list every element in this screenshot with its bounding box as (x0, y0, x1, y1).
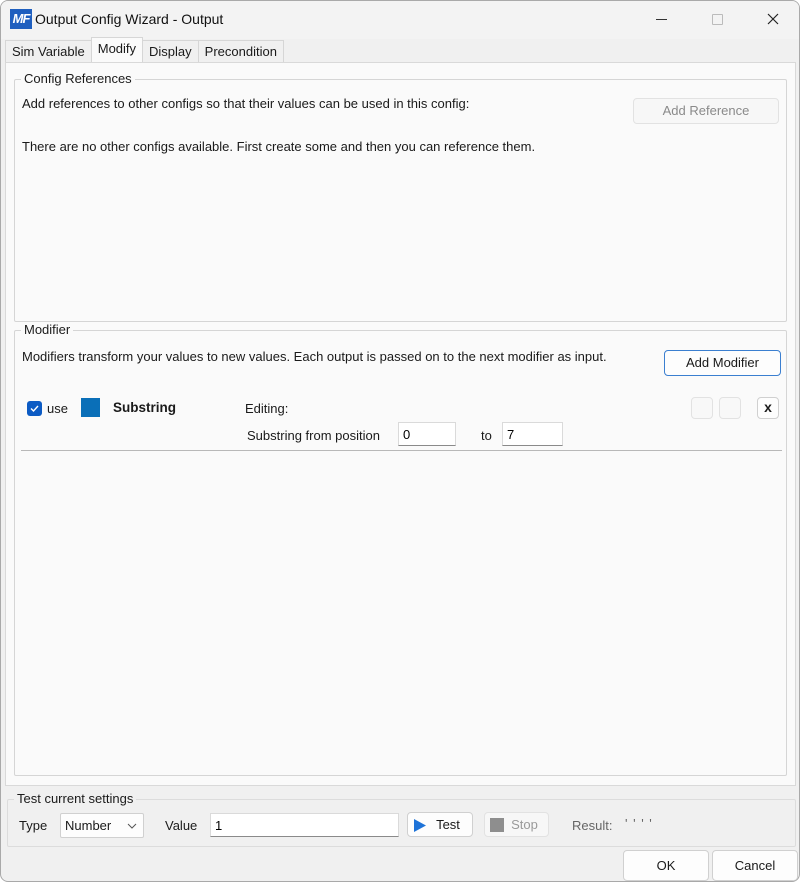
test-button[interactable]: Test (407, 812, 473, 837)
value-label: Value (165, 818, 198, 833)
test-value-input[interactable] (210, 813, 399, 837)
config-references-legend: Config References (21, 71, 135, 86)
minimize-icon (655, 18, 667, 20)
stop-icon (490, 818, 504, 832)
use-label: use (47, 401, 68, 416)
substring-from-label: Substring from position (247, 428, 380, 443)
tab-display[interactable]: Display (142, 40, 199, 62)
play-icon (414, 819, 426, 832)
type-label: Type (19, 818, 48, 833)
minimize-button[interactable] (633, 1, 689, 37)
window-title: Output Config Wizard - Output (35, 11, 224, 27)
config-references-description: Add references to other configs so that … (22, 96, 470, 111)
type-select[interactable]: Number (60, 813, 144, 838)
maximize-icon (711, 13, 723, 25)
no-configs-message: There are no other configs available. Fi… (22, 139, 536, 154)
modifier-name: Substring (113, 400, 176, 415)
modify-tab-page: Config References Add references to othe… (5, 62, 796, 786)
modifier-description: Modifiers transform your values to new v… (22, 349, 607, 364)
move-down-button[interactable] (719, 397, 741, 419)
type-select-value: Number (65, 818, 112, 833)
use-checkbox[interactable] (27, 401, 42, 416)
tab-precondition[interactable]: Precondition (197, 40, 284, 62)
test-settings-group: Test current settings Type Number Value … (7, 791, 796, 847)
substring-from-input[interactable] (398, 422, 456, 446)
output-config-wizard-window: MF Output Config Wizard - Output Sim Var… (0, 0, 800, 882)
cancel-button[interactable]: Cancel (712, 850, 798, 881)
add-modifier-button[interactable]: Add Modifier (664, 350, 781, 376)
chevron-down-icon (127, 823, 137, 829)
add-reference-button[interactable]: Add Reference (633, 98, 779, 124)
ok-button[interactable]: OK (623, 850, 709, 881)
tab-modify[interactable]: Modify (90, 37, 144, 62)
tab-sim-variable[interactable]: Sim Variable (5, 40, 92, 62)
stop-button[interactable]: Stop (484, 812, 549, 837)
tab-strip: Sim Variable Modify Display Precondition (5, 37, 284, 62)
close-icon (767, 13, 779, 25)
modifier-item-separator (21, 450, 782, 451)
config-references-group: Config References Add references to othe… (14, 71, 787, 322)
close-button[interactable] (745, 1, 799, 37)
test-settings-legend: Test current settings (14, 791, 137, 806)
checkmark-icon (30, 405, 39, 413)
modifier-group: Modifier Modifiers transform your values… (14, 322, 787, 776)
title-bar: MF Output Config Wizard - Output (1, 1, 799, 39)
substring-to-input[interactable] (502, 422, 563, 446)
result-label: Result: (572, 818, 613, 833)
substring-to-label: to (481, 428, 492, 443)
maximize-button[interactable] (689, 1, 745, 37)
remove-modifier-button[interactable]: x (757, 397, 779, 419)
modifier-legend: Modifier (21, 322, 74, 337)
modifier-color-swatch[interactable] (81, 398, 100, 417)
editing-label: Editing: (245, 401, 289, 416)
result-value: ' ' ' ' (625, 816, 653, 831)
mobiflight-app-icon: MF (10, 9, 32, 29)
move-up-button[interactable] (691, 397, 713, 419)
